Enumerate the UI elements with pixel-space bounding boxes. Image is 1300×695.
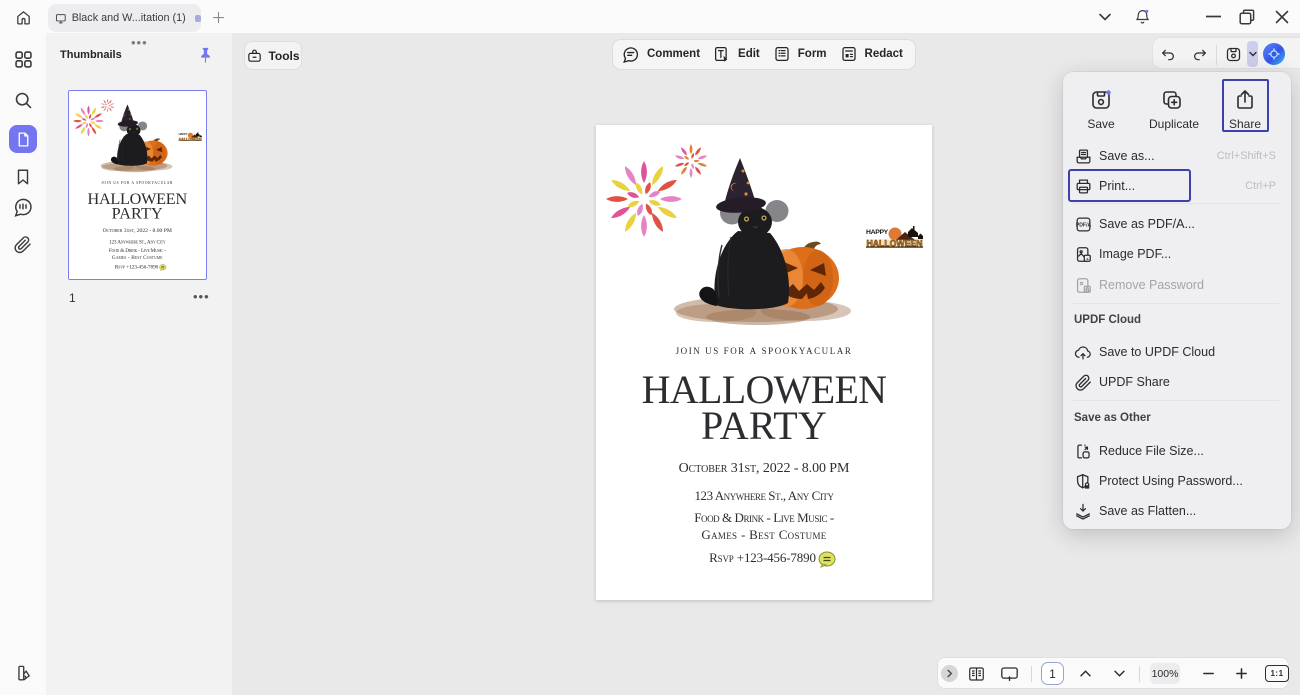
svg-text:HALLOWEEN: HALLOWEEN bbox=[179, 137, 202, 141]
svg-text:HALLOWEEN: HALLOWEEN bbox=[867, 239, 923, 249]
svg-text:HAPPY: HAPPY bbox=[179, 132, 188, 136]
svg-text:HAPPY: HAPPY bbox=[866, 229, 889, 236]
svg-text:PDF/A: PDF/A bbox=[1075, 222, 1091, 228]
